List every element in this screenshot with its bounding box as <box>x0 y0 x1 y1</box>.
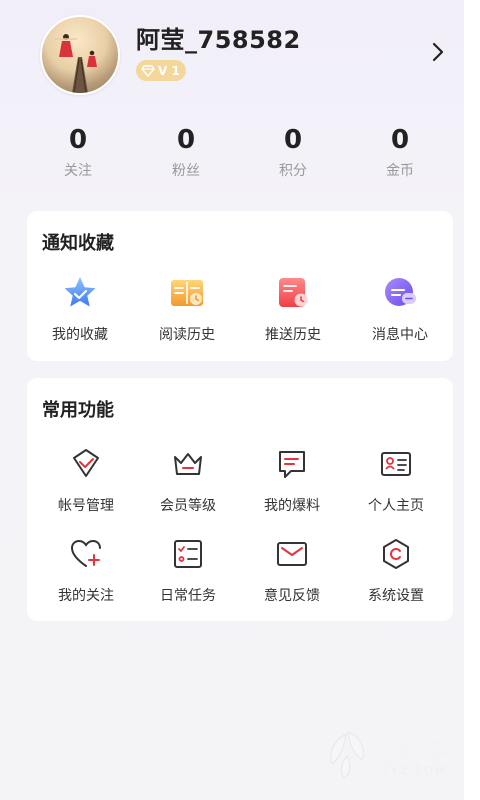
heart-plus-icon <box>70 539 101 567</box>
star-icon <box>64 277 96 307</box>
grid-item-label: 系统设置 <box>368 588 424 604</box>
envelope-icon <box>277 542 307 566</box>
grid-item-my-follows[interactable]: 我的关注 <box>33 536 139 605</box>
notice-card: 通知收藏 我的收藏 阅读历史 推送历史 消息中心 <box>27 211 453 361</box>
avatar[interactable] <box>40 15 120 95</box>
grid-item-label: 推送历史 <box>265 327 321 343</box>
stats-row: 0 关注 0 粉丝 0 积分 0 金币 <box>0 124 464 188</box>
stat-label: 金币 <box>386 163 414 179</box>
diamond-icon <box>141 64 155 77</box>
stat-value: 0 <box>176 125 196 155</box>
account-icon <box>73 449 99 477</box>
grid-item-homepage[interactable]: 个人主页 <box>343 446 449 515</box>
chevron-right-icon[interactable] <box>428 40 448 64</box>
book-icon <box>171 280 203 306</box>
grid-item-label: 意见反馈 <box>264 588 320 604</box>
grid-item-push-history[interactable]: 推送历史 <box>240 275 346 344</box>
id-card-icon <box>381 452 411 476</box>
profile-header[interactable]: 阿莹_758582 V 1 <box>0 0 464 120</box>
settings-icon <box>383 539 409 569</box>
username: 阿莹_758582 <box>136 26 301 54</box>
common-functions-card: 常用功能 帐号管理 会员等级 我的爆料 个人主页 我的关注 日常任务 意见反馈 … <box>27 378 453 621</box>
level-text: V 1 <box>158 63 180 78</box>
level-badge: V 1 <box>136 60 186 81</box>
grid-item-favorites[interactable]: 我的收藏 <box>27 275 133 344</box>
grid-item-label: 消息中心 <box>372 327 428 343</box>
grid-item-message-center[interactable]: 消息中心 <box>347 275 453 344</box>
stat-label: 粉丝 <box>172 163 200 179</box>
stat-label: 积分 <box>279 163 307 179</box>
watermark-site: 7YZ.COM <box>382 764 447 777</box>
stat-label: 关注 <box>64 163 92 179</box>
grid-item-label: 我的收藏 <box>52 327 108 343</box>
grid-item-vip-level[interactable]: 会员等级 <box>135 446 241 515</box>
stat-value: 0 <box>68 125 88 155</box>
task-list-icon <box>174 540 202 568</box>
grid-item-feedback[interactable]: 意见反馈 <box>239 536 345 605</box>
stat-coins[interactable]: 0 金币 <box>350 124 450 180</box>
crown-icon <box>174 453 202 475</box>
grid-item-daily-tasks[interactable]: 日常任务 <box>135 536 241 605</box>
grid-item-label: 我的爆料 <box>264 498 320 514</box>
stat-value: 0 <box>283 125 303 155</box>
watermark-name: 七叶子 <box>374 738 452 766</box>
grid-item-label: 阅读历史 <box>159 327 215 343</box>
grid-item-account[interactable]: 帐号管理 <box>33 446 139 515</box>
leaf-logo-icon <box>330 731 364 779</box>
stat-following[interactable]: 0 关注 <box>28 124 128 180</box>
stat-points[interactable]: 0 积分 <box>243 124 343 180</box>
right-edge-strip <box>464 0 480 800</box>
grid-item-label: 日常任务 <box>160 588 216 604</box>
grid-item-settings[interactable]: 系统设置 <box>343 536 449 605</box>
calendar-clock-icon <box>279 278 308 307</box>
section-title: 通知收藏 <box>42 233 114 254</box>
stat-value: 0 <box>390 125 410 155</box>
grid-item-reading-history[interactable]: 阅读历史 <box>134 275 240 344</box>
stat-fans[interactable]: 0 粉丝 <box>136 124 236 180</box>
message-icon <box>279 451 305 478</box>
grid-item-my-reports[interactable]: 我的爆料 <box>239 446 345 515</box>
grid-item-label: 个人主页 <box>368 498 424 514</box>
grid-item-label: 帐号管理 <box>58 498 114 514</box>
watermark: 七叶子 7YZ.COM <box>322 726 472 786</box>
chat-bubble-icon <box>385 278 416 306</box>
grid-item-label: 我的关注 <box>58 588 114 604</box>
section-title: 常用功能 <box>42 400 114 421</box>
grid-item-label: 会员等级 <box>160 498 216 514</box>
